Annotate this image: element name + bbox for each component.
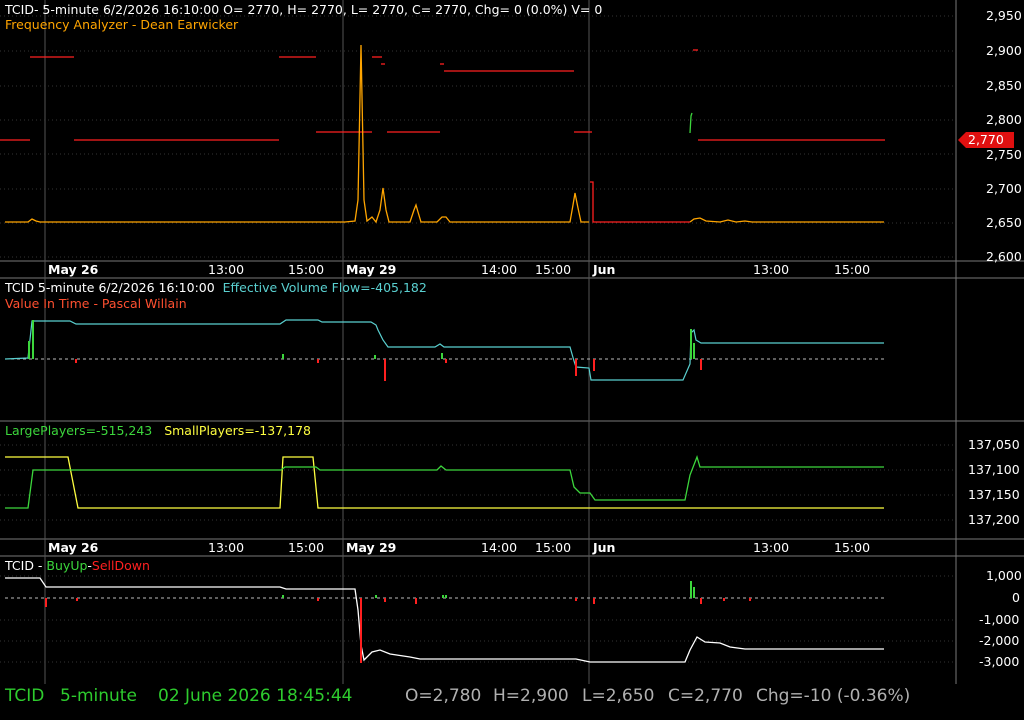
frequency-orange-line-2 <box>689 217 884 223</box>
large-players-green-line <box>5 455 884 509</box>
x-tick: 14:00 <box>481 540 518 555</box>
x-tick: 15:00 <box>834 540 871 555</box>
x-tick: 15:00 <box>535 262 572 277</box>
y-tick: 2,800 <box>986 112 1022 127</box>
panel3-title: LargePlayers=-515,243 SmallPlayers=-137,… <box>5 424 311 438</box>
x-tick: May 26 <box>48 262 99 277</box>
y-tick: 2,600 <box>986 249 1022 264</box>
footer-low: L=2,650 <box>582 686 655 706</box>
y-tick: 2,750 <box>986 147 1022 162</box>
large-players-value: LargePlayers=-515,243 <box>5 423 153 438</box>
evf-value: Effective Volume Flow=-405,182 <box>222 280 427 295</box>
footer-close: C=2,770 <box>668 686 743 706</box>
y-tick: 137,150 <box>968 487 1020 502</box>
last-price-label: 2,770 <box>968 132 1004 147</box>
small-players-value: SmallPlayers=-137,178 <box>164 423 311 438</box>
y-tick: 1,000 <box>986 568 1022 583</box>
y-tick: 2,950 <box>986 8 1022 23</box>
chart-canvas <box>0 0 1024 684</box>
frequency-analyzer-title: Frequency Analyzer - Dean Earwicker <box>5 17 239 32</box>
y-tick: 137,100 <box>968 462 1020 477</box>
small-players-yellow-line <box>5 456 884 509</box>
x-tick: May 29 <box>346 540 397 555</box>
y-tick: -1,000 <box>979 612 1020 627</box>
status-bar: TCID 5-minute 02 June 2026 18:45:44 O=2,… <box>0 684 1024 720</box>
frequency-green-tick <box>689 112 693 134</box>
x-tick: 14:00 <box>481 262 518 277</box>
vit-histogram <box>28 320 702 381</box>
footer-high: H=2,900 <box>493 686 569 706</box>
y-tick: -3,000 <box>979 654 1020 669</box>
footer-datetime: 02 June 2026 18:45:44 <box>158 686 353 706</box>
y-tick: -2,000 <box>979 633 1020 648</box>
footer-open: O=2,780 <box>405 686 482 706</box>
y-tick: 2,700 <box>986 181 1022 196</box>
x-tick: 15:00 <box>288 262 325 277</box>
selldown-label: SellDown <box>91 558 150 573</box>
x-tick: 13:00 <box>753 262 790 277</box>
buyup-label: BuyUp <box>46 558 88 573</box>
x-tick: Jun <box>593 540 616 555</box>
evf-cyan-line <box>4 319 884 381</box>
panel2-title-prefix: TCID 5-minute 6/2/2026 16:10:00 <box>5 280 215 295</box>
x-tick: 15:00 <box>288 540 325 555</box>
panel4-title-prefix: TCID - <box>5 558 43 573</box>
x-tick: 13:00 <box>208 262 245 277</box>
x-tick: May 26 <box>48 540 99 555</box>
y-tick: 2,900 <box>986 43 1022 58</box>
panel1-header: TCID- 5-minute 6/2/2026 16:10:00 O= 2770… <box>5 2 603 17</box>
x-tick: 15:00 <box>834 262 871 277</box>
session-separators <box>44 0 590 684</box>
x-tick: Jun <box>593 262 616 277</box>
y-tick: 137,200 <box>968 512 1020 527</box>
x-tick: 15:00 <box>535 540 572 555</box>
panel2-title: TCID 5-minute 6/2/2026 16:10:00 Effectiv… <box>5 281 427 295</box>
y-tick: 137,050 <box>968 437 1020 452</box>
x-tick: 13:00 <box>208 540 245 555</box>
x-tick: May 29 <box>346 262 397 277</box>
frequency-red-levels <box>0 49 885 223</box>
value-in-time-title: Value In Time - Pascal Willain <box>5 296 187 311</box>
y-tick: 0 <box>1012 590 1020 605</box>
buyup-selldown-histogram <box>45 581 751 663</box>
x-tick: 13:00 <box>753 540 790 555</box>
footer-change: Chg=-10 (-0.36%) <box>756 686 911 706</box>
y-tick: 2,850 <box>986 78 1022 93</box>
y-tick: 2,650 <box>986 215 1022 230</box>
footer-symbol: TCID <box>5 686 45 706</box>
panel4-title: TCID - BuyUp-SellDown <box>5 559 150 573</box>
footer-interval: 5-minute <box>60 686 137 706</box>
